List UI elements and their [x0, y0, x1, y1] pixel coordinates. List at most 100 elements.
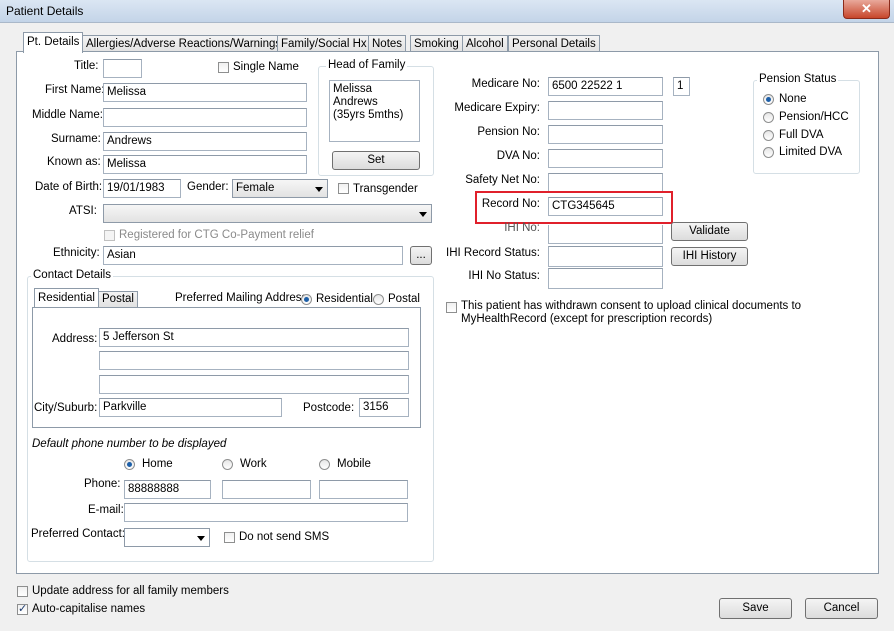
tab-allergies[interactable]: Allergies/Adverse Reactions/Warnings	[82, 35, 286, 52]
surname-field[interactable]: Andrews	[103, 132, 307, 151]
preferred-contact-label: Preferred Contact:	[31, 528, 125, 540]
address-line-2[interactable]	[99, 351, 409, 370]
tab-pt-details[interactable]: Pt. Details	[23, 32, 84, 53]
pension-hcc-radio[interactable]	[763, 112, 774, 123]
chevron-down-icon	[315, 187, 323, 192]
safety-net-label: Safety Net No:	[465, 174, 540, 186]
pension-status-title: Pension Status	[757, 73, 839, 85]
pension-none-radio[interactable]	[763, 94, 774, 105]
tab-postal[interactable]: Postal	[98, 291, 138, 307]
mailing-residential-radio[interactable]	[301, 294, 312, 305]
withdrawn-consent-label: This patient has withdrawn consent to up…	[461, 300, 802, 325]
title-field[interactable]	[103, 59, 142, 78]
no-sms-checkbox[interactable]	[224, 532, 235, 543]
phone-mobile-field[interactable]	[319, 480, 408, 499]
window-title: Patient Details	[6, 4, 84, 18]
single-name-checkbox[interactable]	[218, 62, 229, 73]
phone-work-field[interactable]	[222, 480, 311, 499]
first-name-label: First Name:	[45, 84, 105, 96]
safety-net-field[interactable]	[548, 173, 663, 192]
phone-mobile-radio[interactable]	[319, 459, 330, 470]
update-address-checkbox[interactable]	[17, 586, 28, 597]
pension-none-label: None	[779, 93, 807, 105]
phone-home-field[interactable]: 88888888	[124, 480, 211, 499]
chevron-down-icon	[419, 212, 427, 217]
ihi-history-button[interactable]: IHI History	[671, 247, 748, 266]
close-icon: ✕	[861, 1, 872, 16]
preferred-mailing-label: Preferred Mailing Address	[175, 292, 308, 304]
ethnicity-label: Ethnicity:	[53, 247, 100, 259]
pension-full-dva-radio[interactable]	[763, 130, 774, 141]
dva-field[interactable]	[548, 149, 663, 168]
address-line-3[interactable]	[99, 375, 409, 394]
middle-name-label: Middle Name:	[32, 109, 103, 121]
preferred-contact-select[interactable]	[124, 528, 210, 547]
save-button[interactable]: Save	[719, 598, 792, 619]
phone-home-label: Home	[142, 458, 173, 470]
gender-select[interactable]: Female	[232, 179, 328, 198]
no-sms-label: Do not send SMS	[239, 531, 330, 543]
first-name-field[interactable]: Melissa	[103, 83, 307, 102]
phone-label: Phone:	[84, 478, 121, 490]
phone-mobile-label: Mobile	[337, 458, 371, 470]
pension-field[interactable]	[548, 125, 663, 144]
record-highlight	[475, 191, 673, 224]
default-phone-label: Default phone number to be displayed	[32, 438, 227, 450]
cancel-button[interactable]: Cancel	[805, 598, 878, 619]
tab-personal-details[interactable]: Personal Details	[508, 35, 600, 52]
mailing-postal-radio[interactable]	[373, 294, 384, 305]
phone-work-radio[interactable]	[222, 459, 233, 470]
atsi-select[interactable]	[103, 204, 432, 223]
mailing-postal-label: Postal	[388, 293, 420, 305]
ihi-record-status-label: IHI Record Status:	[446, 247, 540, 259]
tab-alcohol[interactable]: Alcohol	[462, 35, 508, 52]
phone-home-radio[interactable]	[124, 459, 135, 470]
medicare-label: Medicare No:	[471, 78, 540, 90]
email-field[interactable]	[124, 503, 408, 522]
gender-value: Female	[236, 182, 275, 194]
atsi-label: ATSI:	[69, 205, 97, 217]
chevron-down-icon	[197, 536, 205, 541]
medicare-field[interactable]: 6500 22522 1	[548, 77, 663, 96]
title-bar: Patient Details ✕	[0, 0, 894, 23]
title-label: Title:	[74, 60, 99, 72]
pension-label: Pension No:	[477, 126, 540, 138]
gender-label: Gender:	[187, 181, 229, 193]
head-of-family-value: Melissa Andrews (35yrs 5mths)	[329, 80, 420, 142]
tab-residential[interactable]: Residential	[34, 288, 99, 307]
validate-button[interactable]: Validate	[671, 222, 748, 241]
ethnicity-field[interactable]: Asian	[103, 246, 403, 265]
pension-limited-dva-radio[interactable]	[763, 147, 774, 158]
tab-family-social[interactable]: Family/Social Hx	[277, 35, 371, 52]
transgender-label: Transgender	[353, 183, 418, 195]
pension-full-dva-label: Full DVA	[779, 129, 824, 141]
dob-field[interactable]: 19/01/1983	[103, 179, 181, 198]
tab-smoking[interactable]: Smoking	[410, 35, 463, 52]
tab-notes[interactable]: Notes	[368, 35, 407, 52]
pension-hcc-label: Pension/HCC	[779, 111, 849, 123]
city-field[interactable]: Parkville	[99, 398, 282, 417]
ihi-record-status-field	[548, 246, 663, 267]
ethnicity-browse-button[interactable]: ...	[410, 246, 432, 265]
medicare-expiry-label: Medicare Expiry:	[454, 102, 540, 114]
ihi-no-status-field	[548, 268, 663, 289]
known-as-label: Known as:	[47, 156, 101, 168]
known-as-field[interactable]: Melissa	[103, 155, 307, 174]
ctg-checkbox[interactable]	[104, 230, 115, 241]
address-line-1[interactable]: 5 Jefferson St	[99, 328, 409, 347]
auto-capitalise-checkbox[interactable]: ✓	[17, 603, 28, 615]
surname-label: Surname:	[51, 133, 101, 145]
close-button[interactable]: ✕	[843, 0, 890, 19]
auto-capitalise-label: Auto-capitalise names	[32, 603, 146, 615]
patient-details-window: Patient Details ✕ Pt. Details Allergies/…	[0, 0, 894, 631]
address-label: Address:	[52, 333, 98, 345]
withdrawn-consent-checkbox[interactable]	[446, 302, 457, 313]
transgender-checkbox[interactable]	[338, 183, 349, 194]
set-button[interactable]: Set	[332, 151, 420, 170]
postcode-field[interactable]: 3156	[359, 398, 409, 417]
ihi-field[interactable]	[548, 225, 663, 244]
medicare-expiry-field[interactable]	[548, 101, 663, 120]
middle-name-field[interactable]	[103, 108, 307, 127]
medicare-irn-field[interactable]: 1	[673, 77, 690, 96]
contact-details-title: Contact Details	[31, 269, 113, 281]
